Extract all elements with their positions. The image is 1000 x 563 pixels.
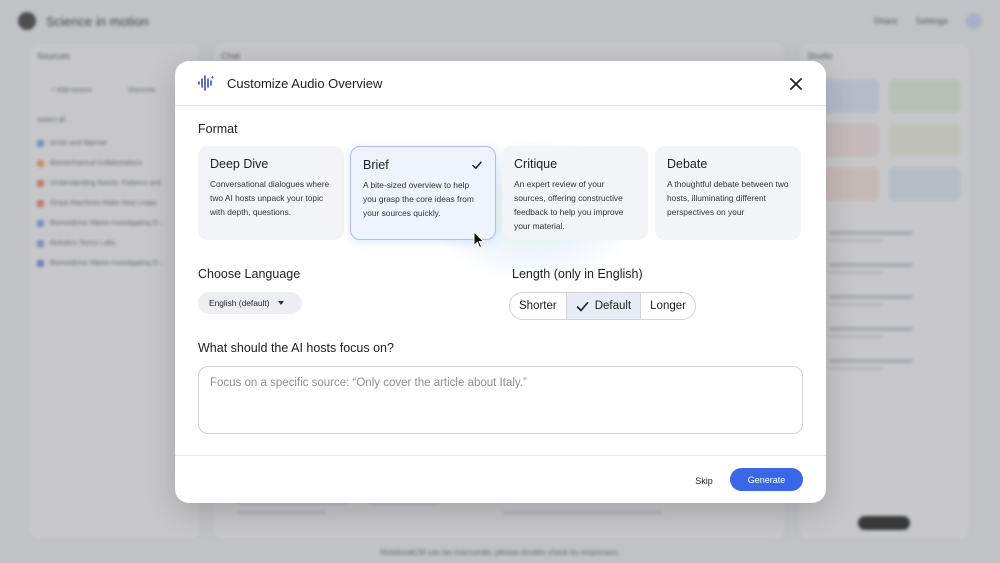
focus-input[interactable] xyxy=(210,377,791,423)
length-label: Length (only in English) xyxy=(512,267,643,281)
format-option-desc: A bite-sized overview to help you grasp … xyxy=(363,180,474,218)
format-option-deep-dive[interactable]: Deep Dive Conversational dialogues where… xyxy=(198,146,344,240)
check-icon xyxy=(472,161,482,169)
language-label: Choose Language xyxy=(198,267,301,281)
generate-button[interactable]: Generate xyxy=(730,468,803,491)
audio-waveform-icon xyxy=(198,75,215,91)
language-dropdown[interactable]: English (default) xyxy=(198,292,302,314)
format-option-name: Debate xyxy=(667,157,708,171)
language-value: English (default) xyxy=(209,298,270,308)
format-option-desc: An expert review of your sources, offeri… xyxy=(514,179,624,231)
format-option-name: Critique xyxy=(514,157,558,171)
focus-textarea-container xyxy=(198,366,803,434)
format-option-name: Deep Dive xyxy=(210,157,269,171)
format-option-desc: A thoughtful debate between two hosts, i… xyxy=(667,179,789,217)
format-option-brief[interactable]: Brief A bite-sized overview to help you … xyxy=(350,146,496,240)
dialog-header: Customize Audio Overview xyxy=(175,61,826,106)
length-option-shorter[interactable]: Shorter xyxy=(510,293,567,319)
caret-down-icon xyxy=(277,301,284,305)
focus-label: What should the AI hosts focus on? xyxy=(198,341,394,355)
length-option-default[interactable]: Default xyxy=(566,293,642,319)
format-option-name: Brief xyxy=(363,158,389,172)
mouse-cursor-icon xyxy=(473,231,486,249)
format-label: Format xyxy=(198,122,238,136)
format-option-debate[interactable]: Debate A thoughtful debate between two h… xyxy=(655,146,801,240)
skip-button[interactable]: Skip xyxy=(681,471,727,491)
customize-audio-dialog: Customize Audio Overview Format Deep Div… xyxy=(175,61,826,503)
format-option-critique[interactable]: Critique An expert review of your source… xyxy=(502,146,648,240)
format-option-desc: Conversational dialogues where two AI ho… xyxy=(210,179,330,217)
close-icon[interactable] xyxy=(786,74,806,94)
footer-divider xyxy=(175,455,826,456)
check-icon xyxy=(576,301,589,311)
dialog-title: Customize Audio Overview xyxy=(227,75,383,91)
length-segmented-control: Shorter Default Longer xyxy=(509,292,696,320)
length-option-longer[interactable]: Longer xyxy=(641,293,695,319)
